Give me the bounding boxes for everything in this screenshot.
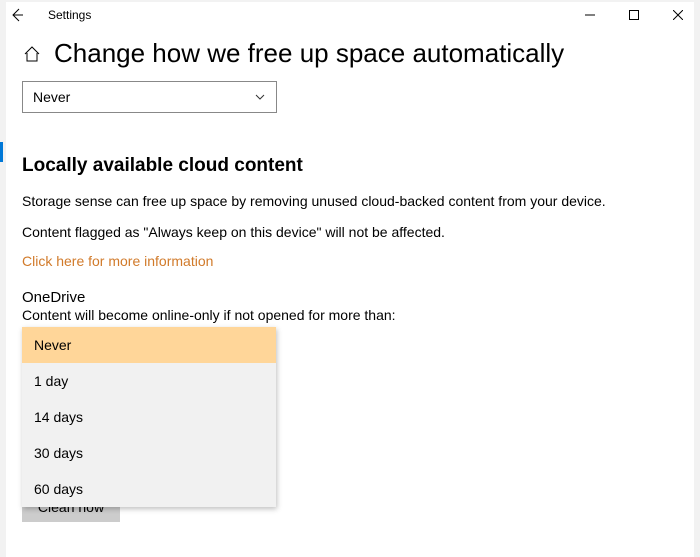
home-icon[interactable] (22, 44, 42, 64)
window-title: Settings (34, 8, 91, 22)
page-title: Change how we free up space automaticall… (54, 38, 564, 69)
dropdown-option-60days[interactable]: 60 days (22, 471, 276, 507)
run-schedule-value: Never (33, 89, 70, 105)
dropdown-option-30days[interactable]: 30 days (22, 435, 276, 471)
cloud-section-heading: Locally available cloud content (22, 155, 678, 177)
minimize-button[interactable] (568, 0, 612, 30)
onedrive-heading: OneDrive (22, 289, 678, 306)
dropdown-option-1day[interactable]: 1 day (22, 363, 276, 399)
dropdown-option-never[interactable]: Never (22, 327, 276, 363)
cloud-more-info-link[interactable]: Click here for more information (22, 253, 678, 269)
dropdown-option-14days[interactable]: 14 days (22, 399, 276, 435)
run-schedule-combo[interactable]: Never (22, 81, 277, 113)
chevron-down-icon (254, 91, 266, 103)
maximize-button[interactable] (612, 0, 656, 30)
onedrive-desc: Content will become online-only if not o… (22, 307, 678, 323)
cloud-desc-1: Storage sense can free up space by remov… (22, 191, 678, 212)
title-bar: Settings (0, 0, 700, 30)
cloud-desc-2: Content flagged as "Always keep on this … (22, 222, 678, 243)
onedrive-dropdown[interactable]: Never 1 day 14 days 30 days 60 days (22, 327, 276, 507)
